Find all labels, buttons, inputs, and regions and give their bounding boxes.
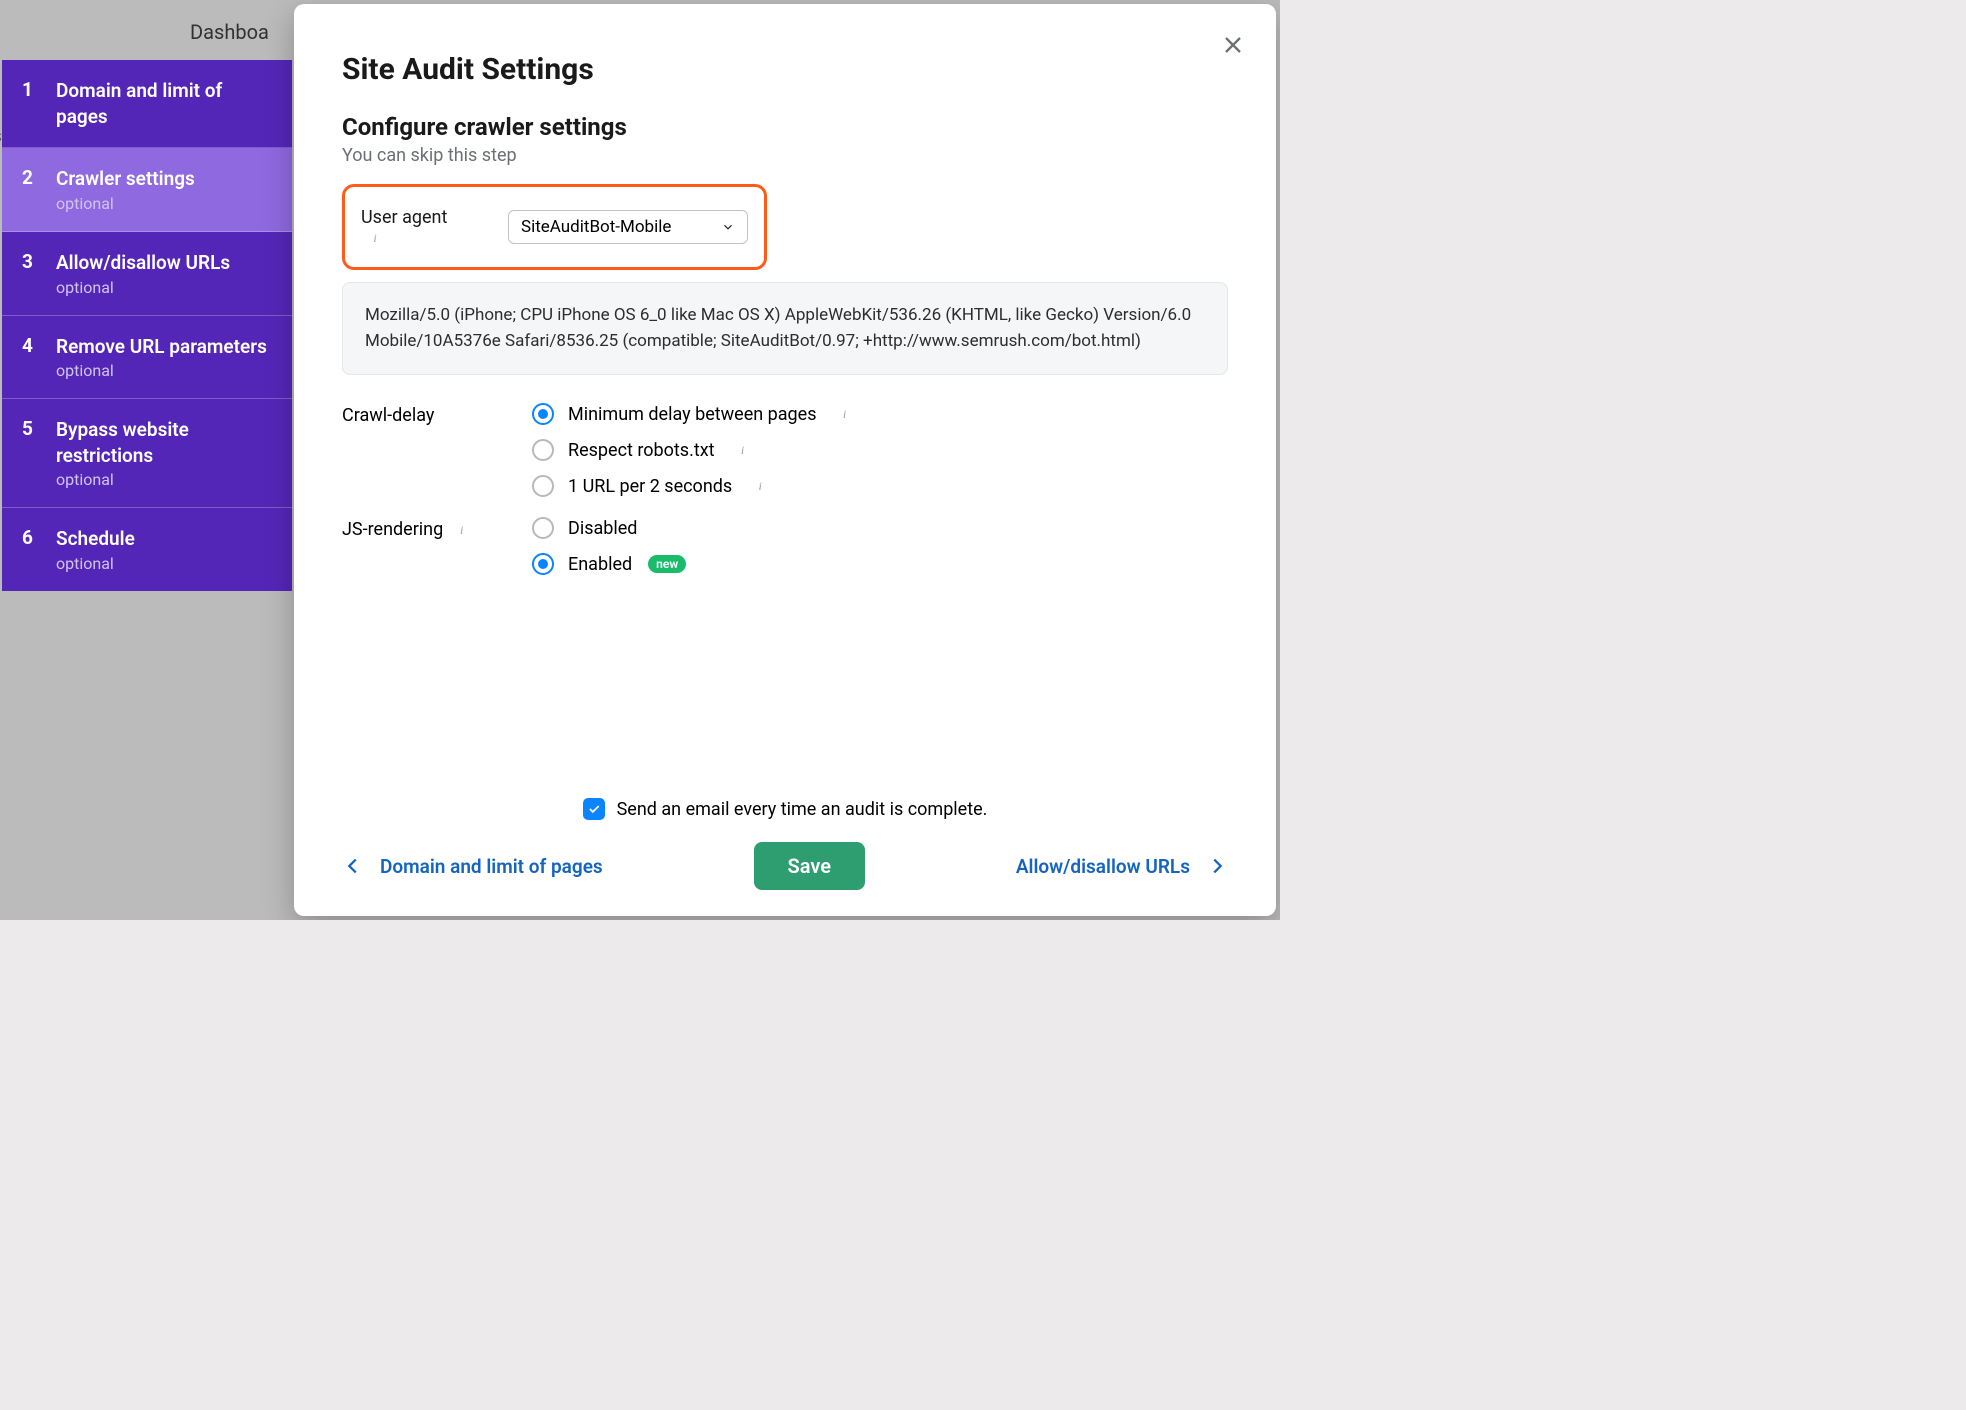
chevron-down-icon [721,220,735,234]
info-icon[interactable]: i [735,442,751,458]
wizard-step-optional: optional [56,361,267,380]
close-button[interactable] [1218,30,1248,60]
email-label: Send an email every time an audit is com… [617,799,988,820]
email-checkbox[interactable] [583,798,605,820]
js-option-label: Enabled [568,554,632,575]
wizard-step-1[interactable]: 1 Domain and limit of pages [2,60,292,148]
save-button[interactable]: Save [754,842,865,890]
user-agent-label: User agent [361,207,447,228]
user-agent-highlight: User agent i SiteAuditBot-Mobile [342,184,767,270]
wizard-step-optional: optional [56,470,272,489]
wizard-step-3[interactable]: 3 Allow/disallow URLs optional [2,232,292,316]
wizard-step-title: Domain and limit of pages [56,78,272,129]
radio-icon [532,475,554,497]
crawl-option-min[interactable]: Minimum delay between pages i [532,403,852,425]
crawl-option-1per2[interactable]: 1 URL per 2 seconds i [532,475,852,497]
wizard-step-number: 3 [22,250,40,273]
js-option-disabled[interactable]: Disabled [532,517,686,539]
crawl-option-robots[interactable]: Respect robots.txt i [532,439,852,461]
user-agent-string: Mozilla/5.0 (iPhone; CPU iPhone OS 6_0 l… [342,282,1228,375]
radio-icon [532,439,554,461]
wizard-step-optional: optional [56,554,135,573]
info-icon[interactable]: i [752,478,768,494]
wizard-step-6[interactable]: 6 Schedule optional [2,508,292,591]
wizard-step-number: 6 [22,526,40,549]
new-badge: new [648,555,686,573]
wizard-step-title: Schedule [56,526,135,552]
modal-subtitle: Configure crawler settings [342,113,1228,141]
settings-modal: Site Audit Settings Configure crawler se… [294,4,1276,916]
wizard-step-title: Crawler settings [56,166,195,192]
arrow-right-icon [1206,855,1228,877]
js-rendering-label: JS-rendering [342,519,443,540]
crawl-delay-label: Crawl-delay [342,405,434,426]
wizard-step-title: Bypass website restrictions [56,417,272,468]
radio-icon [532,517,554,539]
crawl-option-label: Respect robots.txt [568,440,715,461]
crawl-option-label: 1 URL per 2 seconds [568,476,732,497]
close-icon [1221,33,1245,57]
arrow-left-icon [342,855,364,877]
back-button[interactable]: Domain and limit of pages [342,855,603,878]
js-option-label: Disabled [568,518,637,539]
user-agent-select[interactable]: SiteAuditBot-Mobile [508,210,748,244]
back-label: Domain and limit of pages [380,855,603,878]
info-icon[interactable]: i [836,406,852,422]
next-label: Allow/disallow URLs [1016,855,1190,878]
check-icon [587,802,601,816]
js-option-enabled[interactable]: Enabled new [532,553,686,575]
info-icon[interactable]: i [454,522,470,538]
wizard-step-title: Allow/disallow URLs [56,250,230,276]
radio-icon [532,403,554,425]
info-icon[interactable]: i [367,231,383,247]
wizard-step-title: Remove URL parameters [56,334,267,360]
wizard-step-number: 1 [22,78,40,101]
radio-icon [532,553,554,575]
wizard-sidebar: 1 Domain and limit of pages 2 Crawler se… [2,60,292,591]
wizard-step-4[interactable]: 4 Remove URL parametersoptional [2,316,292,400]
next-button[interactable]: Allow/disallow URLs [1016,855,1228,878]
wizard-step-number: 5 [22,417,40,440]
skip-hint: You can skip this step [342,145,1228,166]
wizard-step-optional: optional [56,194,195,213]
crawl-option-label: Minimum delay between pages [568,404,816,425]
wizard-step-optional: optional [56,278,230,297]
wizard-step-2[interactable]: 2 Crawler settings optional [2,148,292,232]
wizard-step-number: 4 [22,334,40,357]
wizard-step-5[interactable]: 5 Bypass website restrictions optional [2,399,292,508]
modal-title: Site Audit Settings [342,52,1228,87]
user-agent-value: SiteAuditBot-Mobile [521,217,671,237]
wizard-step-number: 2 [22,166,40,189]
